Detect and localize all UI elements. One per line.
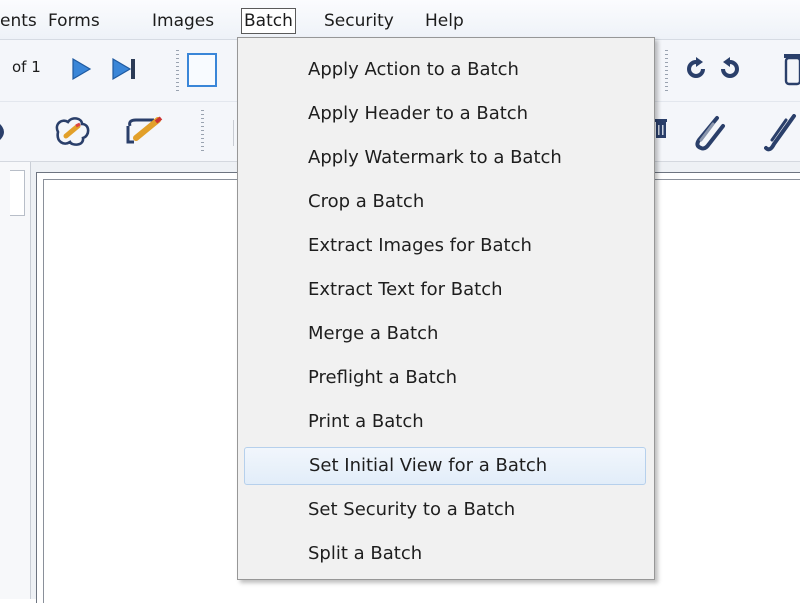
- menu-item-apply-header[interactable]: Apply Header to a Batch: [238, 94, 654, 134]
- delete-icon[interactable]: [655, 118, 667, 144]
- menu-item-print[interactable]: Print a Batch: [238, 402, 654, 442]
- toolbar-grip: [201, 110, 204, 154]
- page-count-label: of 1: [12, 58, 41, 76]
- toolbar-grip: [665, 50, 668, 92]
- menu-batch[interactable]: Batch: [241, 8, 296, 34]
- navigation-panel: [0, 162, 31, 599]
- menu-item-extract-images[interactable]: Extract Images for Batch: [238, 226, 654, 266]
- attach-file-icon[interactable]: [689, 114, 727, 158]
- menu-item-split[interactable]: Split a Batch: [238, 534, 654, 574]
- menu-item-set-initial-view[interactable]: Set Initial View for a Batch: [244, 447, 646, 485]
- batch-menu-dropdown: Apply Action to a Batch Apply Header to …: [237, 37, 655, 580]
- menu-item-extract-text[interactable]: Extract Text for Batch: [238, 270, 654, 310]
- toolbar-grip: [176, 50, 179, 92]
- menu-bar: ents Forms Images Batch Security Help: [0, 0, 800, 40]
- toolbar-separator: [233, 120, 234, 146]
- menu-item-preflight[interactable]: Preflight a Batch: [238, 358, 654, 398]
- last-page-icon[interactable]: [111, 57, 141, 85]
- menu-images[interactable]: Images: [152, 9, 214, 33]
- rotate-clockwise-icon[interactable]: [718, 57, 742, 85]
- menu-item-crop[interactable]: Crop a Batch: [238, 182, 654, 222]
- stamp-icon[interactable]: [52, 116, 92, 152]
- menu-item-apply-watermark[interactable]: Apply Watermark to a Batch: [238, 138, 654, 178]
- menu-item-merge[interactable]: Merge a Batch: [238, 314, 654, 354]
- menu-documents[interactable]: ents: [0, 9, 37, 33]
- menu-item-set-security[interactable]: Set Security to a Batch: [238, 490, 654, 530]
- trash-icon[interactable]: [784, 52, 800, 90]
- rotate-counterclockwise-icon[interactable]: [684, 57, 708, 85]
- menu-forms[interactable]: Forms: [48, 9, 100, 33]
- single-page-view-icon[interactable]: [186, 52, 220, 92]
- menu-security[interactable]: Security: [324, 9, 394, 33]
- pencil-edit-icon[interactable]: [124, 116, 166, 150]
- panel-tab[interactable]: [10, 170, 25, 216]
- paperclip-icon[interactable]: [764, 114, 800, 158]
- edit-tool-icon[interactable]: [0, 120, 10, 148]
- menu-help[interactable]: Help: [425, 9, 464, 33]
- next-page-icon[interactable]: [70, 57, 92, 85]
- menu-item-apply-action[interactable]: Apply Action to a Batch: [238, 50, 654, 90]
